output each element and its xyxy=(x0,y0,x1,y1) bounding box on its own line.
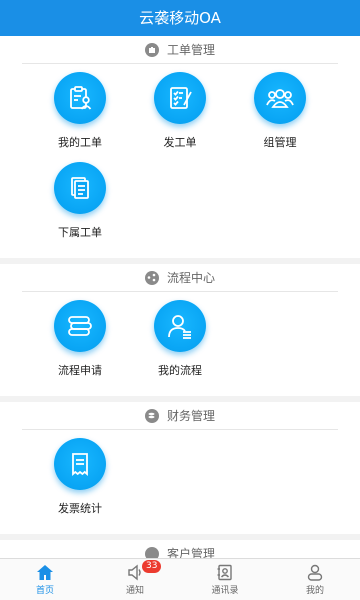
notification-badge: 33 xyxy=(142,560,162,573)
section-header: 财务管理 xyxy=(22,402,338,430)
tile-label: 发票统计 xyxy=(58,502,102,515)
bottom-tab-bar: 首页 33 通知 通讯录 我的 xyxy=(0,558,360,600)
tile-group-management[interactable]: 组管理 xyxy=(230,72,330,162)
tile-my-work-orders[interactable]: 我的工单 xyxy=(30,72,130,162)
tab-label: 首页 xyxy=(35,586,54,596)
documents-icon xyxy=(54,162,106,214)
tile-invoice-stats[interactable]: 发票统计 xyxy=(30,438,130,528)
tab-home[interactable]: 首页 xyxy=(0,559,90,600)
section-title: 财务管理 xyxy=(166,409,215,423)
tab-me[interactable]: 我的 xyxy=(270,559,360,600)
section-grid: 流程申请 我的流程 xyxy=(0,292,360,396)
section-work-orders: 工单管理 我的工单 发工单 组管理 下属工单 xyxy=(0,36,360,258)
contacts-icon xyxy=(217,564,232,581)
tab-label: 我的 xyxy=(305,586,324,596)
tile-label: 下属工单 xyxy=(58,226,102,239)
receipt-icon xyxy=(54,438,106,490)
checklist-edit-icon xyxy=(154,72,206,124)
tile-label: 我的流程 xyxy=(158,364,202,377)
tile-my-process[interactable]: 我的流程 xyxy=(130,300,230,390)
section-header: 流程中心 xyxy=(22,264,338,292)
tab-contacts[interactable]: 通讯录 xyxy=(180,559,270,600)
tile-process-apply[interactable]: 流程申请 xyxy=(30,300,130,390)
section-grid: 发票统计 xyxy=(0,430,360,534)
group-users-icon xyxy=(254,72,306,124)
tile-label: 发工单 xyxy=(163,136,197,149)
section-grid: 我的工单 发工单 组管理 下属工单 xyxy=(0,64,360,258)
tab-label: 通讯录 xyxy=(211,586,239,596)
tab-label: 通知 xyxy=(125,586,144,596)
tile-label: 组管理 xyxy=(263,136,297,149)
flow-pipe-icon xyxy=(54,300,106,352)
tile-label: 我的工单 xyxy=(58,136,102,149)
section-header: 工单管理 xyxy=(22,36,338,64)
section-process-center: 流程中心 流程申请 我的流程 xyxy=(0,264,360,396)
share-icon xyxy=(144,270,159,285)
user-icon xyxy=(307,564,323,581)
home-icon xyxy=(37,565,53,580)
app-title: 云袭移动OA xyxy=(139,9,221,27)
clipboard-user-icon xyxy=(54,72,106,124)
section-title: 工单管理 xyxy=(166,43,215,57)
section-finance: 财务管理 发票统计 xyxy=(0,402,360,534)
tile-subordinate-work-orders[interactable]: 下属工单 xyxy=(30,162,130,252)
user-list-icon xyxy=(154,300,206,352)
tile-send-work-order[interactable]: 发工单 xyxy=(130,72,230,162)
section-title: 流程中心 xyxy=(166,271,215,285)
coins-icon xyxy=(144,408,159,423)
app-header: 云袭移动OA xyxy=(0,0,360,36)
briefcase-icon xyxy=(144,42,159,57)
tab-notifications[interactable]: 33 通知 xyxy=(90,559,180,600)
tile-label: 流程申请 xyxy=(58,364,102,377)
